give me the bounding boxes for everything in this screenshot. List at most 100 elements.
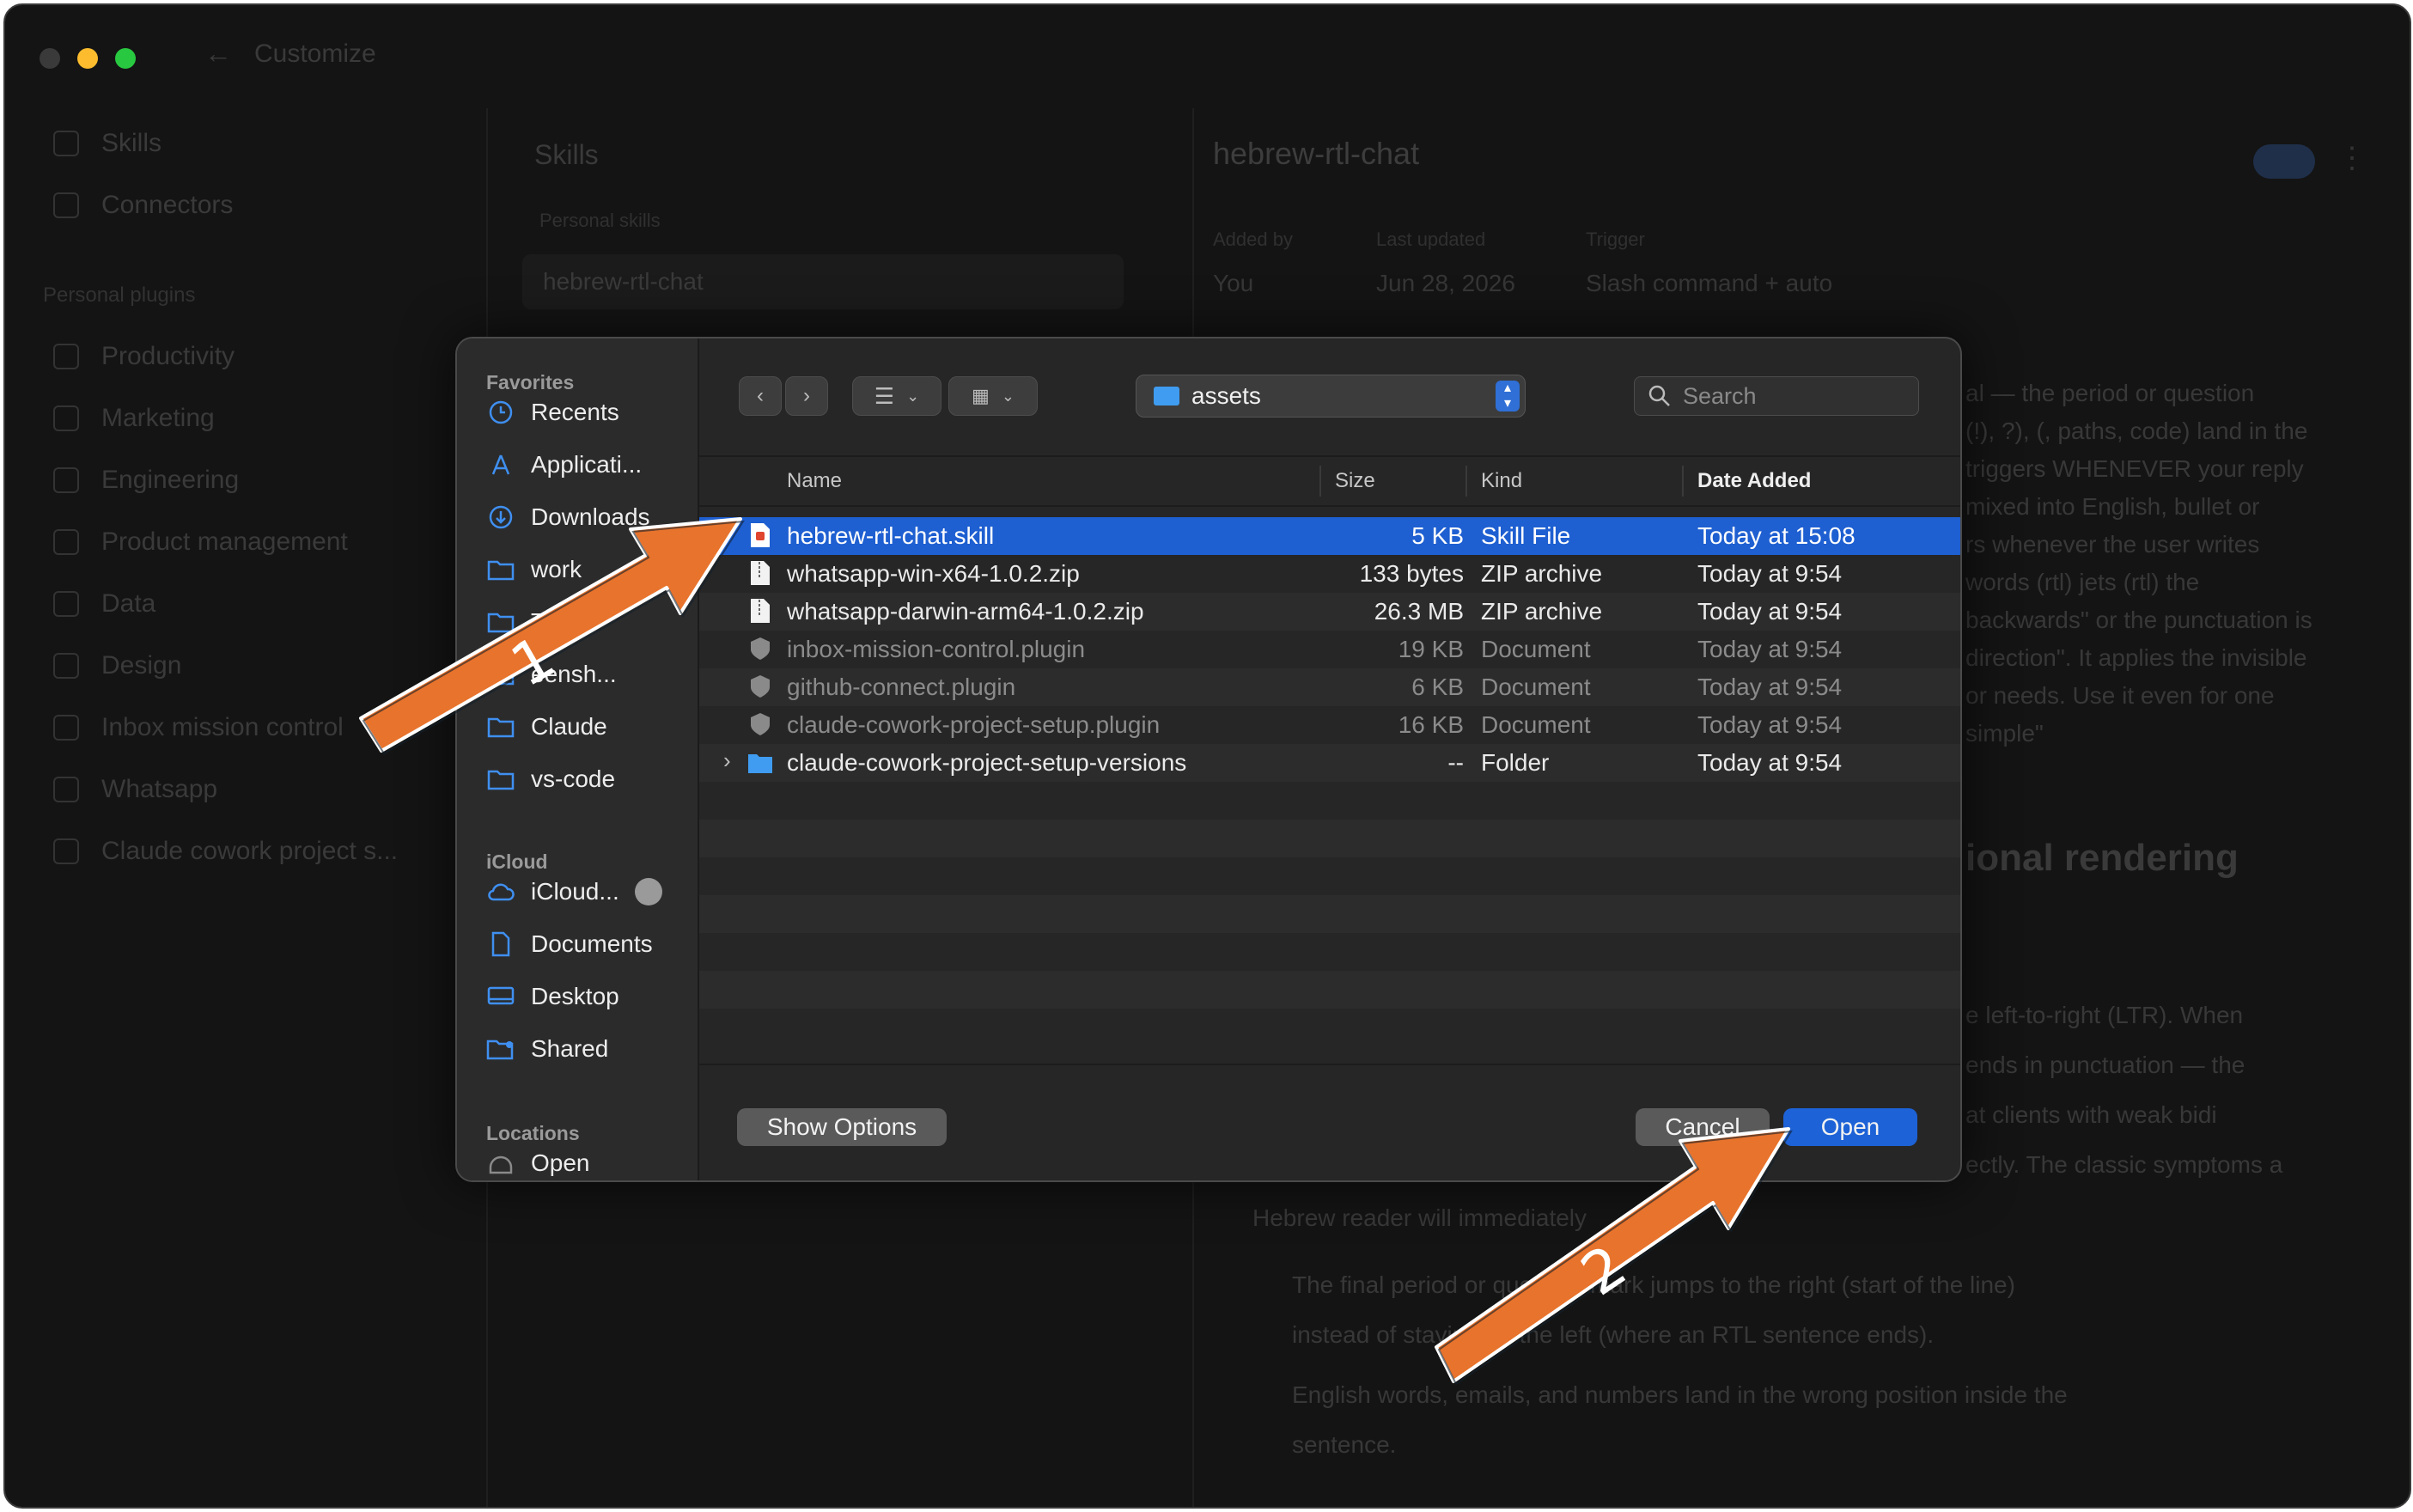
skill-enabled-toggle[interactable] — [2253, 144, 2315, 179]
sidebar-plugin-item[interactable]: Engineering — [53, 466, 239, 495]
file-row-claude-cowork-plugin[interactable]: claude-cowork-project-setup.plugin 16 KB… — [699, 706, 1960, 744]
more-options-icon[interactable]: ⋮ — [2337, 141, 2367, 175]
connectors-icon — [53, 192, 79, 218]
column-divider[interactable] — [1682, 466, 1684, 497]
chevron-down-icon: ⌄ — [906, 387, 920, 405]
sidebar-item-tr[interactable]: Tr — [486, 601, 552, 643]
download-icon — [486, 504, 515, 530]
cancel-button[interactable]: Cancel — [1636, 1108, 1770, 1146]
back-arrow-icon[interactable]: ← — [204, 38, 232, 70]
description-text: backwards" or the punctuation is — [1965, 607, 2312, 633]
zip-file-icon — [751, 561, 770, 585]
sidebar-plugin-item[interactable]: Whatsapp — [53, 775, 217, 804]
folder-path-popup[interactable]: assets ▴ ▾ — [1136, 375, 1526, 418]
forward-nav-button[interactable]: › — [785, 376, 828, 416]
sidebar-item-open-location[interactable]: Open — [486, 1143, 590, 1180]
list-view-button[interactable]: ☰ ⌄ — [852, 376, 941, 416]
file-row-github-connect[interactable]: github-connect.plugin 6 KB Document Toda… — [699, 668, 1960, 706]
plugin-icon — [53, 344, 79, 369]
sidebar-item-documents[interactable]: Documents — [486, 924, 653, 965]
column-header-name[interactable]: Name — [787, 469, 842, 493]
favorites-heading: Favorites — [486, 371, 575, 393]
file-size: 16 KB — [1398, 711, 1464, 738]
file-size: -- — [1447, 749, 1464, 776]
column-header-size[interactable]: Size — [1335, 469, 1375, 493]
grid-view-icon: ▦ — [972, 385, 990, 406]
search-field[interactable]: Search — [1634, 376, 1919, 416]
file-size: 26.3 MB — [1374, 598, 1464, 625]
sidebar-item-shared[interactable]: Shared — [486, 1028, 608, 1070]
plugin-icon — [53, 838, 79, 864]
file-kind: ZIP archive — [1481, 560, 1603, 587]
file-row-whatsapp-win[interactable]: whatsapp-win-x64-1.0.2.zip 133 bytes ZIP… — [699, 555, 1960, 593]
file-kind: Document — [1481, 711, 1591, 738]
sidebar-plugin-item[interactable]: Product management — [53, 527, 348, 557]
skill-file-icon — [751, 523, 770, 547]
column-divider[interactable] — [1465, 466, 1467, 497]
sidebar-item-downloads[interactable]: Downloads — [486, 497, 650, 538]
description-text: words (rtl) jets (rtl) the — [1965, 569, 2200, 595]
minimize-window-button[interactable] — [77, 48, 98, 69]
sidebar-item-applications[interactable]: Applicati... — [486, 444, 642, 485]
file-row-inbox-mission-control[interactable]: inbox-mission-control.plugin 19 KB Docum… — [699, 631, 1960, 668]
grid-view-button[interactable]: ▦ ⌄ — [948, 376, 1038, 416]
show-options-button[interactable]: Show Options — [737, 1108, 947, 1146]
sidebar-item-recents[interactable]: Recents — [486, 392, 619, 433]
file-date: Today at 15:08 — [1697, 522, 1855, 549]
open-button[interactable]: Open — [1783, 1108, 1917, 1146]
sidebar-plugin-item[interactable]: Productivity — [53, 342, 235, 371]
desktop-icon — [486, 984, 515, 1009]
file-size: 6 KB — [1411, 674, 1464, 700]
sidebar-plugin-item[interactable]: Inbox mission control — [53, 713, 344, 742]
sidebar-item-claude[interactable]: Claude — [486, 706, 607, 747]
sidebar-item-work[interactable]: work — [486, 549, 582, 590]
plugin-icon — [53, 653, 79, 679]
sidebar-plugin-item[interactable]: Marketing — [53, 404, 215, 433]
sidebar-item-vs-code[interactable]: vs-code — [486, 759, 615, 800]
close-window-button[interactable] — [40, 48, 60, 69]
zoom-window-button[interactable] — [115, 48, 136, 69]
empty-row — [699, 820, 1960, 857]
skill-list-item[interactable]: hebrew-rtl-chat — [522, 254, 1124, 309]
search-placeholder: Search — [1683, 382, 1757, 409]
column-header-kind[interactable]: Kind — [1481, 469, 1522, 493]
sidebar-plugin-item[interactable]: Claude cowork project s... — [53, 837, 398, 866]
back-nav-button[interactable]: ‹ — [739, 376, 782, 416]
body-text: ectly. The classic symptoms a — [1965, 1151, 2283, 1178]
sidebar-item-desktop[interactable]: Desktop — [486, 976, 619, 1017]
plugin-file-icon — [751, 637, 770, 660]
sidebar-plugin-item[interactable]: Design — [53, 651, 181, 680]
file-date: Today at 9:54 — [1697, 749, 1843, 776]
description-text: mixed into English, bullet or — [1965, 493, 2260, 520]
column-header-date-added[interactable]: Date Added — [1697, 469, 1811, 493]
bullet-text: English words, emails, and numbers land … — [1292, 1381, 2068, 1408]
file-size: 133 bytes — [1359, 560, 1464, 587]
body-text: e left-to-right (LTR). When — [1965, 1002, 2244, 1028]
file-kind: ZIP archive — [1481, 598, 1603, 625]
file-row-claude-cowork-versions[interactable]: › claude-cowork-project-setup-versions -… — [699, 744, 1960, 782]
sidebar-item-screenshots[interactable]: eensh... — [486, 654, 617, 695]
file-kind: Folder — [1481, 749, 1550, 776]
skills-icon — [53, 131, 79, 156]
file-row-whatsapp-darwin[interactable]: whatsapp-darwin-arm64-1.0.2.zip 26.3 MB … — [699, 593, 1960, 631]
plugin-icon — [53, 777, 79, 802]
icloud-heading: iCloud — [486, 850, 548, 873]
column-divider[interactable] — [1319, 466, 1321, 497]
file-name: claude-cowork-project-setup.plugin — [787, 711, 1161, 738]
file-kind: Document — [1481, 636, 1591, 662]
file-kind: Skill File — [1481, 522, 1571, 549]
sidebar-plugin-item[interactable]: Data — [53, 589, 155, 619]
chevron-left-icon: ‹ — [757, 384, 764, 407]
file-list: hebrew-rtl-chat.skill 5 KB Skill File To… — [699, 517, 1960, 1046]
file-row-hebrew-rtl-chat[interactable]: hebrew-rtl-chat.skill 5 KB Skill File To… — [699, 517, 1960, 555]
sidebar-item-skills[interactable]: Skills — [53, 129, 161, 158]
clock-icon — [486, 399, 515, 425]
chevron-right-icon: › — [803, 384, 810, 407]
sidebar-item-connectors[interactable]: Connectors — [53, 191, 233, 220]
disclosure-triangle-icon[interactable]: › — [723, 747, 731, 774]
meta-label: Added by — [1213, 229, 1293, 250]
file-date: Today at 9:54 — [1697, 711, 1843, 738]
folder-icon — [486, 609, 515, 635]
list-view-icon: ☰ — [874, 382, 895, 409]
sidebar-item-icloud-drive[interactable]: iCloud... — [486, 871, 662, 912]
